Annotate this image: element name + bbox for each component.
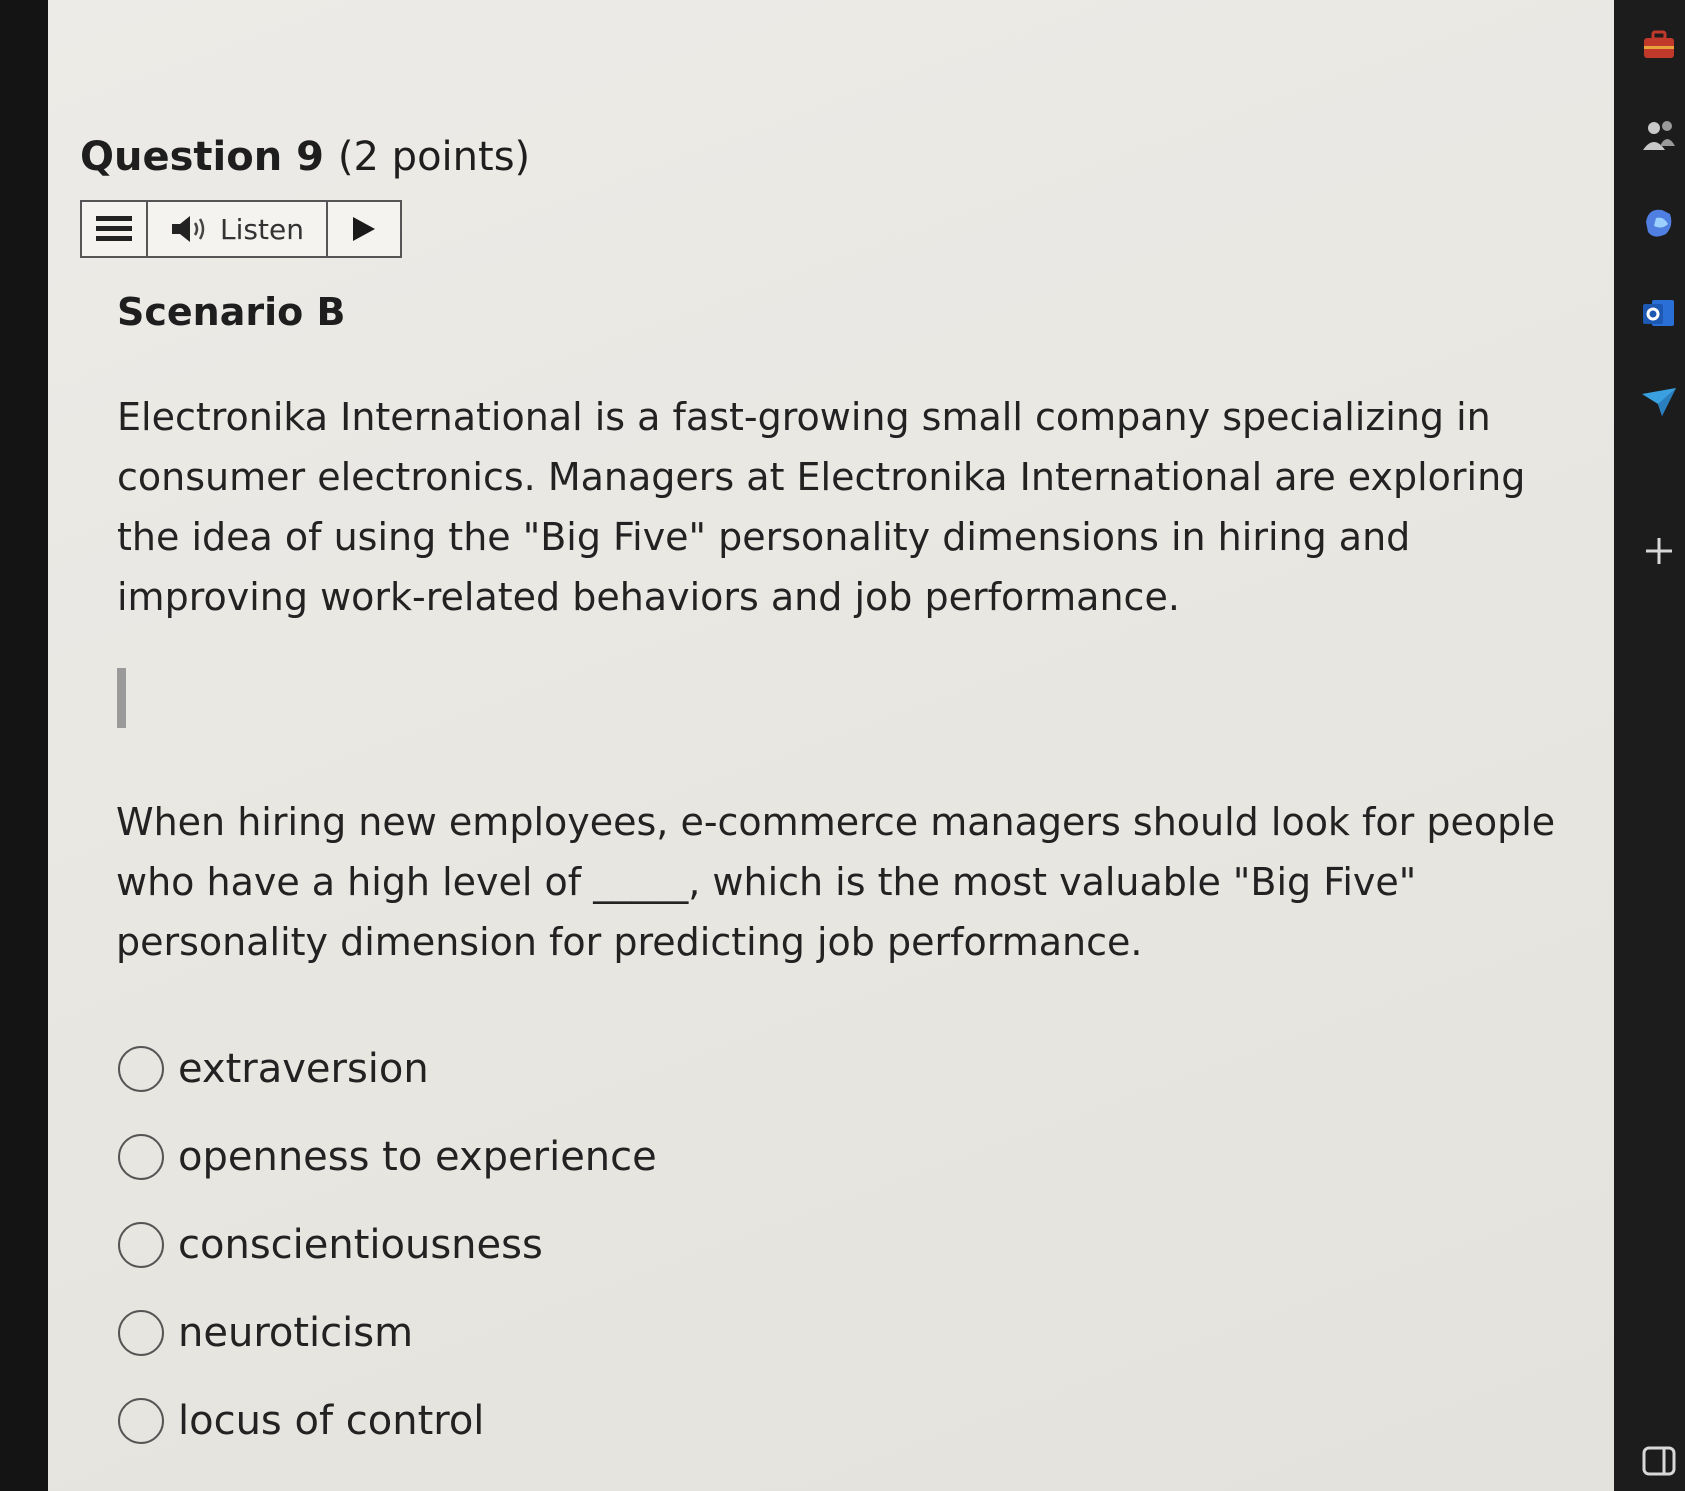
briefcase-icon[interactable] [1640, 26, 1678, 64]
sidebar-toggle-icon[interactable] [1640, 1442, 1678, 1480]
scenario-heading: Scenario B [117, 290, 346, 334]
option-conscientiousness[interactable]: conscientiousness [118, 1201, 657, 1289]
speaker-icon [172, 216, 205, 242]
option-label: neuroticism [178, 1310, 414, 1356]
option-openness[interactable]: openness to experience [118, 1113, 657, 1201]
question-points: (2 points) [337, 134, 531, 180]
listen-button[interactable]: Listen [148, 202, 328, 256]
option-label: openness to experience [178, 1134, 657, 1180]
question-title: Question 9 (2 points) [80, 134, 530, 180]
play-button[interactable] [328, 202, 400, 256]
listen-label: Listen [220, 212, 304, 246]
option-label: locus of control [178, 1398, 485, 1444]
send-icon[interactable] [1640, 384, 1678, 422]
plus-icon[interactable] [1640, 532, 1678, 570]
menu-icon [96, 216, 132, 241]
text-cursor [117, 668, 126, 728]
option-locus-of-control[interactable]: locus of control [118, 1377, 657, 1465]
radio-button[interactable] [118, 1310, 164, 1356]
play-icon [353, 217, 375, 241]
listen-menu-button[interactable] [82, 202, 148, 256]
scenario-text: Electronika International is a fast-grow… [117, 395, 1526, 619]
radio-button[interactable] [118, 1398, 164, 1444]
question-number: Question 9 [80, 134, 324, 180]
radio-button[interactable] [118, 1134, 164, 1180]
option-label: extraversion [178, 1046, 429, 1092]
people-icon[interactable] [1640, 116, 1678, 154]
copilot-icon[interactable] [1640, 204, 1678, 242]
option-label: conscientiousness [178, 1222, 543, 1268]
radio-button[interactable] [118, 1046, 164, 1092]
answer-options: extraversion openness to experience cons… [118, 1025, 657, 1465]
radio-button[interactable] [118, 1222, 164, 1268]
option-extraversion[interactable]: extraversion [118, 1025, 657, 1113]
listen-toolbar: Listen [80, 200, 402, 258]
option-neuroticism[interactable]: neuroticism [118, 1289, 657, 1377]
outlook-icon[interactable] [1640, 294, 1678, 332]
question-prompt: When hiring new employees, e-commerce ma… [116, 800, 1556, 964]
